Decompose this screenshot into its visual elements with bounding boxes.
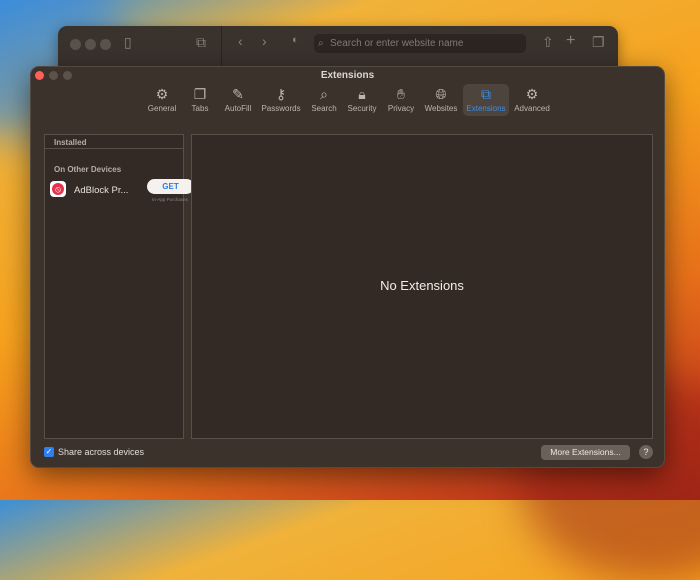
get-button[interactable]: GET xyxy=(147,179,194,194)
extensions-list: Installed On Other Devices ⦸ AdBlock Pr.… xyxy=(44,134,194,439)
tab-websites[interactable]: 🌐︎ Websites xyxy=(422,84,460,116)
tab-autofill[interactable]: ✎ AutoFill xyxy=(221,84,255,116)
forward-icon[interactable]: › xyxy=(262,33,267,49)
share-icon[interactable]: ⇧ xyxy=(542,34,554,51)
sidebar-icon[interactable]: ▯ xyxy=(124,34,132,51)
search-placeholder: Search or enter website name xyxy=(330,38,464,49)
autofill-icon: ✎ xyxy=(232,86,244,102)
share-checkbox[interactable]: ✓ xyxy=(44,447,54,457)
adblock-app-icon: ⦸ xyxy=(50,181,66,197)
globe-icon: 🌐︎ xyxy=(435,86,447,102)
minimize-button[interactable] xyxy=(85,39,96,50)
gears-icon: ⚙ xyxy=(525,86,539,102)
window-title: Extensions xyxy=(320,70,375,81)
tab-security[interactable]: 🔒︎ Security xyxy=(344,84,380,116)
tab-overview-icon[interactable]: ❐ xyxy=(592,34,605,51)
back-icon[interactable]: ‹ xyxy=(238,33,243,49)
tab-search[interactable]: ⌕ Search xyxy=(308,84,340,116)
share-label: Share across devices xyxy=(58,447,145,457)
gear-icon: ⚙ xyxy=(155,86,169,102)
tab-advanced[interactable]: ⚙ Advanced xyxy=(512,84,552,116)
preferences-window: Extensions ⚙ General ❐ Tabs ✎ AutoFill ⚷ Pas… xyxy=(30,66,665,468)
address-bar[interactable]: ⌕ Search or enter website name xyxy=(314,34,526,53)
tab-tabs[interactable]: ❐ Tabs xyxy=(185,84,215,116)
installed-header: Installed xyxy=(45,135,183,149)
extension-name: AdBlock Pr... xyxy=(74,185,129,196)
hand-icon: ✋︎ xyxy=(397,86,405,102)
puzzle-icon: ⧉ xyxy=(481,86,491,102)
zoom-button[interactable] xyxy=(100,39,111,50)
tab-general[interactable]: ⚙ General xyxy=(145,84,179,116)
lock-icon: 🔒︎ xyxy=(358,86,366,102)
close-button[interactable] xyxy=(70,39,81,50)
tabs-icon: ❐ xyxy=(193,86,207,102)
more-extensions-button[interactable]: More Extensions... xyxy=(541,445,630,460)
new-tab-icon[interactable]: + xyxy=(566,32,575,50)
tab-passwords[interactable]: ⚷ Passwords xyxy=(260,84,302,116)
new-tab-group-icon[interactable]: ⧉ xyxy=(196,34,206,51)
help-button[interactable]: ? xyxy=(639,445,653,459)
shield-icon[interactable]: ◐ xyxy=(292,34,299,46)
extension-detail-pane: No Extensions xyxy=(191,134,653,439)
search-icon: ⌕ xyxy=(318,38,324,49)
magnifier-icon: ⌕ xyxy=(320,86,328,102)
tab-extensions[interactable]: ⧉ Extensions xyxy=(463,84,509,116)
other-devices-header: On Other Devices xyxy=(54,165,122,174)
tab-privacy[interactable]: ✋︎ Privacy xyxy=(385,84,417,116)
empty-message: No Extensions xyxy=(380,278,464,293)
key-icon: ⚷ xyxy=(275,86,287,102)
